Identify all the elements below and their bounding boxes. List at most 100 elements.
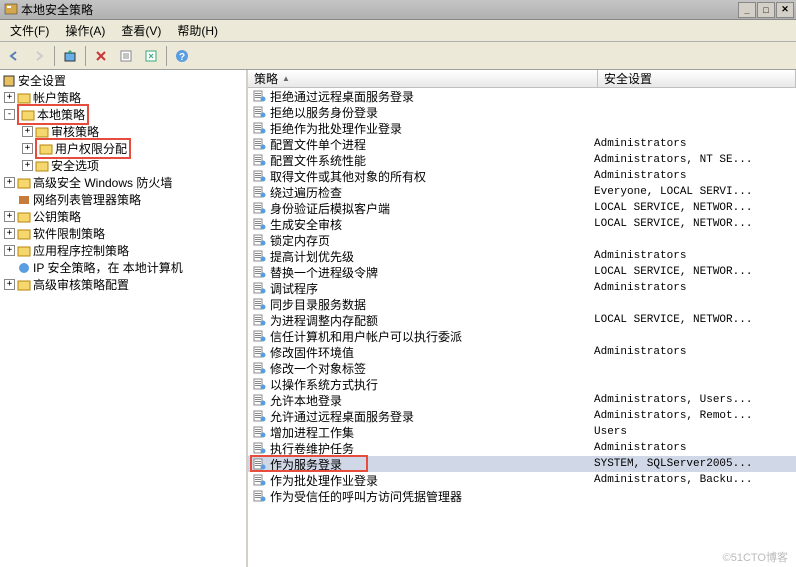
tree-network-list[interactable]: 网络列表管理器策略 <box>0 191 246 208</box>
content-area: 安全设置 + 帐户策略 - 本地策略 <box>0 70 796 567</box>
folder-icon <box>35 159 49 173</box>
policy-icon <box>252 249 266 263</box>
delete-button[interactable] <box>89 44 113 68</box>
tree-local-policy[interactable]: - 本地策略 <box>0 106 246 123</box>
policy-row[interactable]: 替换一个进程级令牌LOCAL SERVICE, NETWOR... <box>248 264 796 280</box>
refresh-button[interactable] <box>139 44 163 68</box>
expand-icon[interactable]: + <box>4 92 15 103</box>
expand-icon[interactable]: + <box>4 177 15 188</box>
policy-name: 作为服务登录 <box>270 456 342 473</box>
policy-icon <box>252 89 266 103</box>
policy-row[interactable]: 以操作系统方式执行 <box>248 376 796 392</box>
tree-software-restriction[interactable]: + 软件限制策略 <box>0 225 246 242</box>
policy-icon <box>252 297 266 311</box>
maximize-button[interactable]: □ <box>757 2 775 18</box>
policy-row[interactable]: 信任计算机和用户帐户可以执行委派 <box>248 328 796 344</box>
policy-row[interactable]: 作为批处理作业登录Administrators, Backu... <box>248 472 796 488</box>
policy-row[interactable]: 为进程调整内存配额LOCAL SERVICE, NETWOR... <box>248 312 796 328</box>
tree-security-options[interactable]: + 安全选项 <box>0 157 246 174</box>
expand-icon[interactable]: + <box>4 211 15 222</box>
menu-help[interactable]: 帮助(H) <box>169 20 226 41</box>
security-icon <box>2 74 16 88</box>
toolbar-separator <box>85 46 86 66</box>
policy-value: Everyone, LOCAL SERVI... <box>594 186 796 198</box>
policy-name: 修改一个对象标签 <box>270 360 366 377</box>
policy-row[interactable]: 调试程序Administrators <box>248 280 796 296</box>
policy-row[interactable]: 绕过遍历检查Everyone, LOCAL SERVI... <box>248 184 796 200</box>
tree-public-key[interactable]: + 公钥策略 <box>0 208 246 225</box>
titlebar: 本地安全策略 _ □ ✕ <box>0 0 796 20</box>
policy-value: Administrators, Users... <box>594 394 796 406</box>
back-button[interactable] <box>2 44 26 68</box>
policy-row[interactable]: 配置文件系统性能Administrators, NT SE... <box>248 152 796 168</box>
policy-row[interactable]: 拒绝以服务身份登录 <box>248 104 796 120</box>
folder-icon <box>17 210 31 224</box>
policy-row[interactable]: 身份验证后模拟客户端LOCAL SERVICE, NETWOR... <box>248 200 796 216</box>
policy-row[interactable]: 取得文件或其他对象的所有权Administrators <box>248 168 796 184</box>
policy-icon <box>252 473 266 487</box>
tree-user-rights[interactable]: + 用户权限分配 <box>0 140 246 157</box>
column-security-setting[interactable]: 安全设置 <box>598 70 796 87</box>
policy-row[interactable]: 锁定内存页 <box>248 232 796 248</box>
menubar: 文件(F) 操作(A) 查看(V) 帮助(H) <box>0 20 796 42</box>
policy-row[interactable]: 允许本地登录 Administrators, Users... <box>248 392 796 408</box>
policy-name: 替换一个进程级令牌 <box>270 264 378 281</box>
policy-row[interactable]: 同步目录服务数据 <box>248 296 796 312</box>
forward-button[interactable] <box>27 44 51 68</box>
policy-name: 作为批处理作业登录 <box>270 472 378 489</box>
app-icon <box>4 3 18 17</box>
policy-name: 修改固件环境值 <box>270 344 354 361</box>
tree-firewall[interactable]: + 高级安全 Windows 防火墙 <box>0 174 246 191</box>
policy-row[interactable]: 执行卷维护任务Administrators <box>248 440 796 456</box>
help-button[interactable]: ? <box>170 44 194 68</box>
policy-row[interactable]: 拒绝通过远程桌面服务登录 <box>248 88 796 104</box>
policy-row[interactable]: 作为受信任的呼叫方访问凭据管理器 <box>248 488 796 504</box>
expand-icon[interactable]: + <box>22 143 33 154</box>
policy-row[interactable]: 增加进程工作集Users <box>248 424 796 440</box>
policy-icon <box>252 329 266 343</box>
sort-indicator-icon: ▲ <box>282 74 290 83</box>
policy-icon <box>252 441 266 455</box>
expand-icon[interactable]: + <box>22 160 33 171</box>
watermark: ©51CTO博客 <box>723 549 788 565</box>
policy-row[interactable]: 修改固件环境值Administrators <box>248 344 796 360</box>
folder-icon <box>17 278 31 292</box>
policy-name: 同步目录服务数据 <box>270 296 366 313</box>
policy-row[interactable]: 拒绝作为批处理作业登录 <box>248 120 796 136</box>
policy-name: 调试程序 <box>270 280 318 297</box>
tree-ip-security[interactable]: IP 安全策略，在 本地计算机 <box>0 259 246 276</box>
policy-name: 为进程调整内存配额 <box>270 312 378 329</box>
minimize-button[interactable]: _ <box>738 2 756 18</box>
policy-value: LOCAL SERVICE, NETWOR... <box>594 202 796 214</box>
policy-row[interactable]: 修改一个对象标签 <box>248 360 796 376</box>
main-window: 本地安全策略 _ □ ✕ 文件(F) 操作(A) 查看(V) 帮助(H) ? <box>0 0 796 567</box>
expand-icon[interactable]: + <box>22 126 33 137</box>
tree-advanced-audit[interactable]: + 高级审核策略配置 <box>0 276 246 293</box>
policy-row[interactable]: 提高计划优先级Administrators <box>248 248 796 264</box>
menu-file[interactable]: 文件(F) <box>2 20 57 41</box>
column-policy[interactable]: 策略 ▲ <box>248 70 598 87</box>
policy-row[interactable]: 允许通过远程桌面服务登录Administrators, Remot... <box>248 408 796 424</box>
policy-name: 允许本地登录 <box>270 392 342 409</box>
up-button[interactable] <box>58 44 82 68</box>
menu-action[interactable]: 操作(A) <box>57 20 113 41</box>
policy-name: 拒绝作为批处理作业登录 <box>270 120 402 137</box>
list-header: 策略 ▲ 安全设置 <box>248 70 796 88</box>
policy-icon <box>252 233 266 247</box>
policy-row[interactable]: 生成安全审核LOCAL SERVICE, NETWOR... <box>248 216 796 232</box>
close-button[interactable]: ✕ <box>776 2 794 18</box>
policy-row[interactable]: 作为服务登录SYSTEM, SQLServer2005... <box>248 456 796 472</box>
menu-view[interactable]: 查看(V) <box>113 20 169 41</box>
expand-icon[interactable]: + <box>4 245 15 256</box>
properties-button[interactable] <box>114 44 138 68</box>
tree-app-control[interactable]: + 应用程序控制策略 <box>0 242 246 259</box>
expand-icon[interactable]: + <box>4 279 15 290</box>
collapse-icon[interactable]: - <box>4 109 15 120</box>
policy-icon <box>252 265 266 279</box>
policy-icon <box>252 281 266 295</box>
toolbar-separator <box>166 46 167 66</box>
expand-icon[interactable]: + <box>4 228 15 239</box>
tree-root[interactable]: 安全设置 <box>0 72 246 89</box>
policy-value: Users <box>594 426 796 438</box>
policy-row[interactable]: 配置文件单个进程Administrators <box>248 136 796 152</box>
